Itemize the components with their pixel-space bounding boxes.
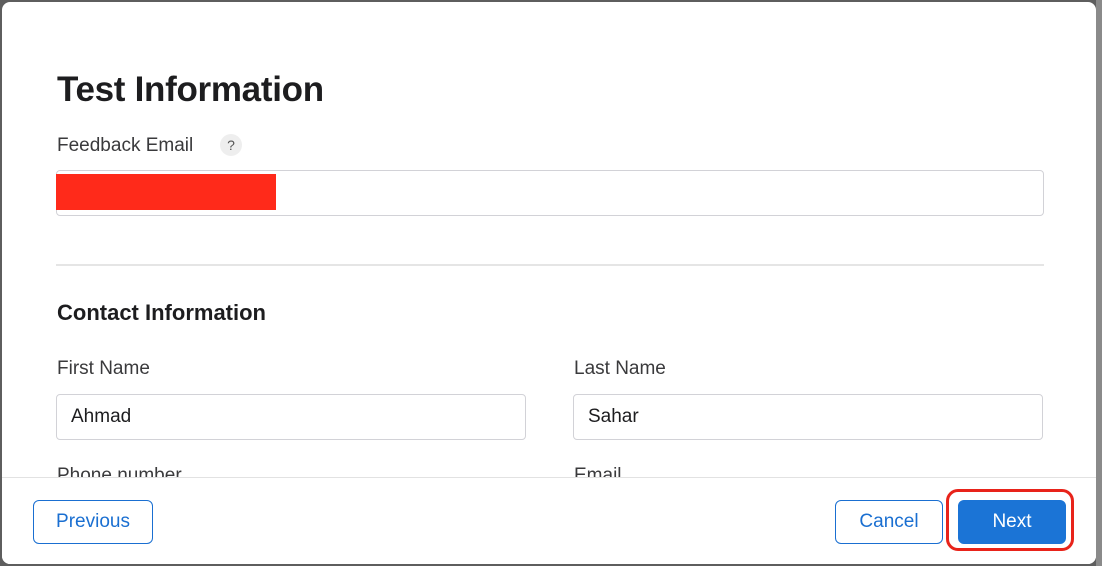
dialog-title: Test Information xyxy=(57,70,324,109)
redaction-block xyxy=(56,174,276,210)
first-name-label: First Name xyxy=(57,358,150,379)
dialog-footer: Previous Cancel Next xyxy=(2,477,1096,564)
feedback-email-label: Feedback Email xyxy=(57,135,194,156)
test-information-dialog: Test Information Feedback Email ? Contac… xyxy=(2,2,1096,564)
last-name-input[interactable] xyxy=(573,394,1043,440)
contact-information-heading: Contact Information xyxy=(57,300,266,325)
cancel-button[interactable]: Cancel xyxy=(835,500,943,544)
first-name-input[interactable] xyxy=(56,394,526,440)
next-button-highlight-annotation xyxy=(946,489,1074,551)
dialog-body: Test Information Feedback Email ? Contac… xyxy=(2,2,1096,477)
email-label: Email xyxy=(574,465,622,477)
previous-button[interactable]: Previous xyxy=(33,500,153,544)
last-name-label: Last Name xyxy=(574,358,666,379)
help-icon[interactable]: ? xyxy=(220,134,242,156)
section-divider xyxy=(56,264,1044,266)
backdrop-edge xyxy=(1096,0,1102,566)
phone-number-label: Phone number xyxy=(57,465,182,477)
